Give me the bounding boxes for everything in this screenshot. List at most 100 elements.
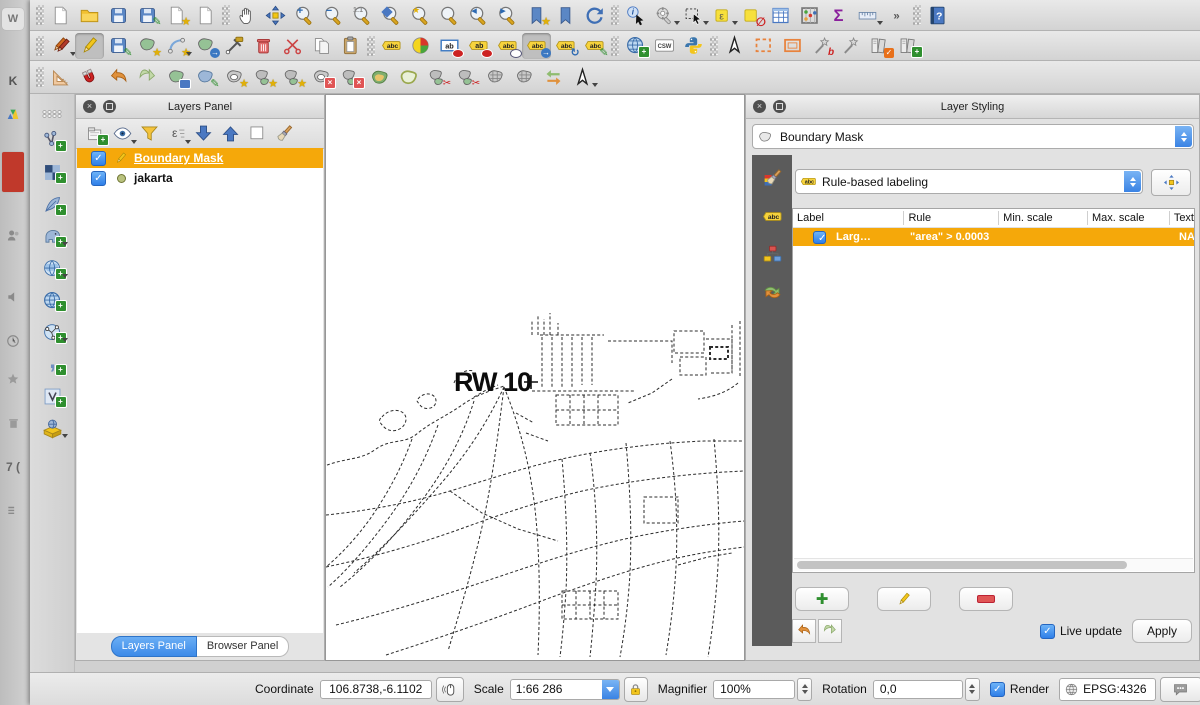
simplify-feature-button[interactable]: ✎: [191, 64, 220, 90]
delete-selected-button[interactable]: [249, 33, 278, 59]
split-features-button[interactable]: ✂: [423, 64, 452, 90]
current-edits-button[interactable]: [46, 33, 75, 59]
coordinate-input[interactable]: 106.8738,-6.1102: [320, 680, 432, 699]
render-checkbox[interactable]: ✓: [990, 682, 1005, 697]
snapping-options-button[interactable]: [75, 64, 104, 90]
rule-row[interactable]: ✓ Larg… "area" > 0.0003 NAM: [793, 228, 1194, 246]
add-ring-button[interactable]: ★: [220, 64, 249, 90]
col-label[interactable]: Label: [793, 211, 904, 225]
save-project-as-button[interactable]: ✎: [133, 2, 162, 28]
new-project-button[interactable]: [46, 2, 75, 28]
move-feature-button[interactable]: →: [191, 33, 220, 59]
node-tool-button[interactable]: [220, 33, 249, 59]
toolbar-grip[interactable]: [611, 5, 619, 25]
refresh-map-button[interactable]: [580, 2, 609, 28]
save-layer-edits-button[interactable]: ✎: [104, 33, 133, 59]
change-label-button[interactable]: ✎: [580, 33, 609, 59]
open-layer-styling-dock-button[interactable]: [271, 121, 298, 147]
offset-point-symbols-button[interactable]: [568, 64, 597, 90]
add-wms-layer-button[interactable]: +: [38, 255, 67, 281]
style-manager-tab[interactable]: [756, 239, 788, 269]
reshape-features-button[interactable]: [394, 64, 423, 90]
add-vector-layer-button[interactable]: +: [38, 127, 67, 153]
layer-labeling-button[interactable]: [377, 33, 406, 59]
crs-status-button[interactable]: EPSG:4326: [1059, 678, 1155, 701]
labels-tab[interactable]: [753, 201, 791, 231]
new-print-composer-button[interactable]: ★: [162, 2, 191, 28]
add-feature-button[interactable]: ★: [133, 33, 162, 59]
style-books-check-button[interactable]: ✓: [865, 33, 894, 59]
apply-button[interactable]: Apply: [1132, 619, 1192, 643]
save-project-button[interactable]: [104, 2, 133, 28]
labeling-mode-stepper[interactable]: [1124, 171, 1141, 192]
merge-attributes-button[interactable]: [510, 64, 539, 90]
scrollbar-thumb[interactable]: [797, 561, 1127, 569]
add-delimited-text-layer-button[interactable]: +: [38, 191, 67, 217]
messages-button[interactable]: [1160, 677, 1200, 702]
labeling-mode-combo[interactable]: Rule-based labeling: [795, 169, 1143, 194]
toolbar-grip[interactable]: [42, 110, 62, 118]
paste-features-button[interactable]: [336, 33, 365, 59]
zoom-native-button[interactable]: 1:1: [348, 2, 377, 28]
delete-ring-button[interactable]: ×: [307, 64, 336, 90]
toolbar-grip[interactable]: [36, 5, 44, 25]
coordinate-tracking-button[interactable]: [436, 677, 464, 702]
redo-style-button[interactable]: [818, 619, 842, 643]
toolbar-grip[interactable]: [611, 36, 619, 56]
new-bookmark-button[interactable]: ★: [522, 2, 551, 28]
add-part-button[interactable]: ★: [249, 64, 278, 90]
pan-to-selection-button[interactable]: [261, 2, 290, 28]
show-hide-labels-button[interactable]: [493, 33, 522, 59]
arrow-tool-button[interactable]: [720, 33, 749, 59]
metasearch-button[interactable]: +: [621, 33, 650, 59]
live-update-checkbox[interactable]: ✓: [1040, 624, 1055, 639]
delete-part-button[interactable]: ×: [336, 64, 365, 90]
col-rule[interactable]: Rule: [904, 211, 999, 225]
magic-wand-b-tool-button[interactable]: b: [807, 33, 836, 59]
toolbar-grip[interactable]: [367, 36, 375, 56]
rotate-label-button[interactable]: ↻: [551, 33, 580, 59]
show-bookmarks-button[interactable]: [551, 2, 580, 28]
add-group-button[interactable]: +: [82, 121, 109, 147]
automated-placement-button[interactable]: [1151, 169, 1191, 196]
remove-rule-button[interactable]: [959, 587, 1013, 611]
scale-dropdown-arrow[interactable]: [602, 680, 619, 699]
offset-curve-button[interactable]: [365, 64, 394, 90]
new-shapefile-layer-button[interactable]: [38, 415, 67, 441]
fill-ring-button[interactable]: ★: [278, 64, 307, 90]
collapse-all-button[interactable]: [217, 121, 244, 147]
history-tab[interactable]: [756, 277, 788, 307]
run-feature-action-button[interactable]: [650, 2, 679, 28]
rule-checkbox[interactable]: ✓: [813, 231, 826, 244]
identify-features-button[interactable]: [621, 2, 650, 28]
csw-catalog-button[interactable]: [650, 33, 679, 59]
composer-manager-button[interactable]: [191, 2, 220, 28]
layer-selector-combo[interactable]: Boundary Mask: [752, 124, 1194, 149]
layer-visibility-checkbox[interactable]: ✓: [91, 151, 106, 166]
toolbar-grip[interactable]: [36, 36, 44, 56]
add-virtual-layer-button[interactable]: +: [38, 383, 67, 409]
add-rule-button[interactable]: ✚: [795, 587, 849, 611]
toolbar-grip[interactable]: [710, 36, 718, 56]
open-project-button[interactable]: [75, 2, 104, 28]
highlight-pinned-labels-button[interactable]: [464, 33, 493, 59]
select-by-expression-button[interactable]: [708, 2, 737, 28]
tab-layers-panel[interactable]: Layers Panel: [111, 636, 197, 657]
col-min-scale[interactable]: Min. scale: [999, 211, 1088, 225]
copy-features-button[interactable]: [307, 33, 336, 59]
frame-tool-button[interactable]: [778, 33, 807, 59]
add-wfs-layer-button[interactable]: +: [38, 319, 67, 345]
python-console-button[interactable]: [679, 33, 708, 59]
layer-diagram-button[interactable]: [406, 33, 435, 59]
measure-button[interactable]: [853, 2, 882, 28]
magnifier-input[interactable]: 100%: [713, 680, 795, 699]
manage-map-themes-button[interactable]: [109, 121, 136, 147]
add-spatialite-layer-button[interactable]: +: [38, 351, 67, 377]
add-circular-string-button[interactable]: ★: [162, 33, 191, 59]
zoom-in-button[interactable]: +: [290, 2, 319, 28]
deselect-features-button[interactable]: ∅: [737, 2, 766, 28]
zoom-to-layer-button[interactable]: [435, 2, 464, 28]
rotate-point-symbols-button[interactable]: [539, 64, 568, 90]
undo-style-button[interactable]: [792, 619, 816, 643]
float-panel-button[interactable]: [103, 100, 116, 113]
